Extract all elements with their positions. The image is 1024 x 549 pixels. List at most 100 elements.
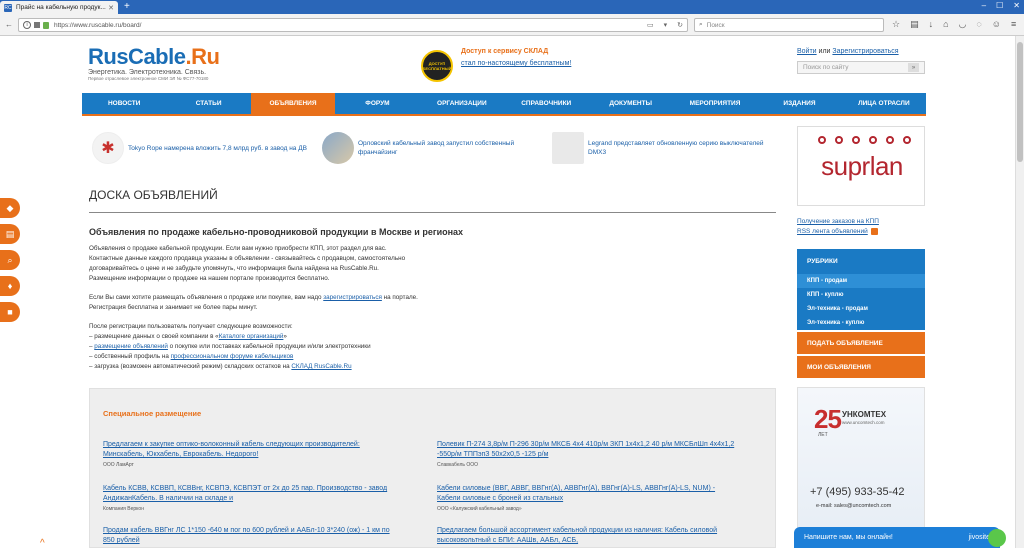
rubric-item-el-buy[interactable]: Эл-техника - куплю bbox=[797, 316, 925, 330]
promo-badge[interactable]: ДОСТУП БЕСПЛАТНЫЙ bbox=[421, 50, 453, 82]
scroll-top-icon[interactable]: ^ bbox=[40, 538, 45, 549]
rubric-item-kpp-buy[interactable]: КПП - куплю bbox=[797, 288, 925, 302]
ad-company: Компания Веркон bbox=[103, 506, 144, 512]
news-title[interactable]: Legrand представляет обновленную серию в… bbox=[588, 139, 777, 157]
menu-icon[interactable]: ≡ bbox=[1011, 19, 1016, 29]
ad-item[interactable]: Предлагаем большой ассортимент кабельной… bbox=[437, 526, 737, 546]
close-button[interactable]: ✕ bbox=[1013, 1, 1020, 10]
uncomtech-banner[interactable]: 25 УНКОМТЕХ www.uncomtech.com ЛЕТ +7 (49… bbox=[797, 387, 925, 548]
home-icon[interactable]: ⌂ bbox=[943, 19, 948, 29]
pocket-icon[interactable]: ◡ bbox=[959, 19, 967, 29]
news-item[interactable]: Legrand представляет обновленную серию в… bbox=[552, 132, 777, 164]
ad-title[interactable]: Кабель КСВВ, КСВВП, КСВВнг, КСВПЭ, КСВПЭ… bbox=[103, 484, 403, 504]
window-controls: – ☐ ✕ bbox=[982, 1, 1020, 10]
browser-tab[interactable]: RC Прайс на кабельную продук... ✕ bbox=[0, 1, 118, 14]
minimize-button[interactable]: – bbox=[982, 1, 986, 10]
nav-underline bbox=[82, 114, 926, 116]
feature-text: – загрузка (возможен автоматический режи… bbox=[89, 363, 292, 370]
ad-item[interactable]: Кабель КСВВ, КСВВП, КСВВнг, КСВПЭ, КСВПЭ… bbox=[103, 484, 403, 512]
nav-item-documents[interactable]: ДОКУМЕНТЫ bbox=[588, 93, 672, 114]
news-title[interactable]: Орловский кабельный завод запустил собст… bbox=[358, 139, 547, 157]
nav-item-news[interactable]: НОВОСТИ bbox=[82, 93, 166, 114]
chat-brand: jivosite bbox=[968, 534, 990, 541]
ad-title[interactable]: Предлагаем большой ассортимент кабельной… bbox=[437, 526, 737, 546]
download-icon[interactable]: ↓ bbox=[929, 19, 934, 29]
rubric-item-kpp-sell[interactable]: КПП - продам bbox=[797, 274, 925, 288]
nav-item-publications[interactable]: ИЗДАНИЯ bbox=[757, 93, 841, 114]
register-text-end: на портале. bbox=[381, 294, 418, 301]
tab-title: Прайс на кабельную продук... bbox=[16, 4, 106, 11]
uncomtech-phone: +7 (495) 933-35-42 bbox=[810, 486, 905, 498]
nav-item-references[interactable]: СПРАВОЧНИКИ bbox=[504, 93, 588, 114]
rubric-item-el-sell[interactable]: Эл-техника - продам bbox=[797, 302, 925, 316]
cube-icon[interactable]: ◆ bbox=[0, 198, 20, 218]
my-ads-button[interactable]: МОИ ОБЪЯВЛЕНИЯ bbox=[797, 356, 925, 378]
intro-line: Объявления о продаже кабельной продукции… bbox=[89, 245, 387, 252]
url-bar[interactable]: i https://www.ruscable.ru/board/ ▭ ▾ ↻ bbox=[18, 18, 688, 32]
page-scrollbar[interactable] bbox=[1015, 36, 1024, 548]
rss-icon[interactable] bbox=[870, 228, 878, 235]
info-icon[interactable]: i bbox=[23, 21, 31, 29]
nav-item-events[interactable]: МЕРОПРИЯТИЯ bbox=[673, 93, 757, 114]
site-logo[interactable]: RusCable.Ru Энергетика. Электротехника. … bbox=[88, 46, 220, 82]
ad-item[interactable]: Кабели силовые (ВВГ, АВВГ, ВВГнг(А), АВВ… bbox=[437, 484, 737, 512]
site-search-button[interactable]: » bbox=[908, 63, 919, 72]
star-icon[interactable]: ☆ bbox=[892, 19, 900, 29]
ad-title[interactable]: Полевик П-274 3,8р/м П-296 30р/м МКСБ 4х… bbox=[437, 440, 737, 460]
back-icon[interactable]: ← bbox=[5, 20, 13, 29]
new-tab-button[interactable]: + bbox=[124, 2, 130, 12]
search-doc-icon[interactable]: ⌕ bbox=[0, 250, 20, 270]
forum-link[interactable]: профессиональном форуме кабельщиков bbox=[171, 353, 294, 360]
dropdown-icon[interactable]: ▾ bbox=[664, 21, 668, 29]
post-ads-link[interactable]: размещение объявлений bbox=[94, 343, 168, 350]
nav-item-organizations[interactable]: ОРГАНИЗАЦИИ bbox=[420, 93, 504, 114]
chat-icon[interactable]: ◌ bbox=[976, 19, 981, 29]
catalog-link[interactable]: Каталоге организаций bbox=[219, 333, 284, 340]
news-item[interactable]: ✱ Tokyo Rope намерена вложить 7,8 млрд р… bbox=[92, 132, 317, 164]
chat-widget[interactable]: Напишите нам, мы онлайн! jivosite bbox=[794, 527, 1006, 548]
feature-text: » bbox=[283, 333, 287, 340]
special-placement: Специальное размещение Предлагаем к заку… bbox=[89, 388, 776, 548]
search-icon: ⌕ bbox=[699, 21, 703, 28]
news-title[interactable]: Tokyo Rope намерена вложить 7,8 млрд руб… bbox=[128, 144, 307, 153]
tag-icon[interactable]: ♦ bbox=[0, 276, 20, 296]
rss-link[interactable]: RSS лента объявлений bbox=[797, 228, 868, 235]
smile-icon[interactable]: ☺ bbox=[992, 19, 1001, 29]
site-search-input[interactable]: Поиск по сайту » bbox=[797, 61, 925, 74]
warehouse-link[interactable]: СКЛАД RusCable.Ru bbox=[291, 363, 351, 370]
promo-link[interactable]: стал по-настоящему бесплатным! bbox=[461, 60, 571, 67]
register-link[interactable]: Зарегистрироваться bbox=[832, 48, 898, 55]
url-text[interactable]: https://www.ruscable.ru/board/ bbox=[54, 22, 141, 29]
ad-item[interactable]: Предлагаем к закупке оптико-волоконный к… bbox=[103, 440, 403, 468]
nav-item-forum[interactable]: ФОРУМ bbox=[335, 93, 419, 114]
tab-close-icon[interactable]: ✕ bbox=[108, 4, 114, 12]
add-ad-button[interactable]: ПОДАТЬ ОБЪЯВЛЕНИЕ bbox=[797, 332, 925, 354]
uncomtech-name: УНКОМТЕХ bbox=[842, 410, 887, 419]
ad-item[interactable]: Полевик П-274 3,8р/м П-296 30р/м МКСБ 4х… bbox=[437, 440, 737, 468]
maximize-button[interactable]: ☐ bbox=[996, 1, 1003, 10]
ad-title[interactable]: Предлагаем к закупке оптико-волоконный к… bbox=[103, 440, 403, 460]
reader-icon[interactable]: ▭ bbox=[647, 21, 654, 29]
ad-item[interactable]: Продам кабель ВВГнг ЛС 1*150 -640 м пог … bbox=[103, 526, 403, 546]
news-item[interactable]: Орловский кабельный завод запустил собст… bbox=[322, 132, 547, 164]
box-icon[interactable]: ■ bbox=[0, 302, 20, 322]
auth-or: или bbox=[818, 48, 831, 55]
ad-title[interactable]: Кабели силовые (ВВГ, АВВГ, ВВГнг(А), АВВ… bbox=[437, 484, 737, 504]
browser-search[interactable]: ⌕ Поиск bbox=[694, 18, 884, 32]
reload-icon[interactable]: ↻ bbox=[677, 21, 683, 29]
favicon: RC bbox=[4, 3, 12, 12]
nav-item-ads[interactable]: ОБЪЯВЛЕНИЯ bbox=[250, 93, 336, 114]
ad-title[interactable]: Продам кабель ВВГнг ЛС 1*150 -640 м пог … bbox=[103, 526, 403, 546]
scrollbar-thumb[interactable] bbox=[1017, 42, 1023, 162]
nav-item-articles[interactable]: СТАТЬИ bbox=[166, 93, 250, 114]
suprlan-banner[interactable]: suprlan bbox=[797, 126, 925, 206]
uncomtech-email: e-mail: sales@uncomtech.com bbox=[816, 503, 892, 509]
register-inline-link[interactable]: зарегистрироваться bbox=[323, 294, 382, 301]
page-subtitle: Объявления по продаже кабельно-проводник… bbox=[89, 227, 464, 237]
nav-item-people[interactable]: ЛИЦА ОТРАСЛИ bbox=[842, 93, 926, 114]
orders-link[interactable]: Получение заказов на КПП bbox=[797, 218, 879, 225]
login-link[interactable]: Войти bbox=[797, 48, 817, 55]
clipboard-icon[interactable]: ▤ bbox=[910, 19, 919, 29]
intro-line: Контактные данные каждого продавца указа… bbox=[89, 255, 406, 262]
catalog-icon[interactable]: ▤ bbox=[0, 224, 20, 244]
